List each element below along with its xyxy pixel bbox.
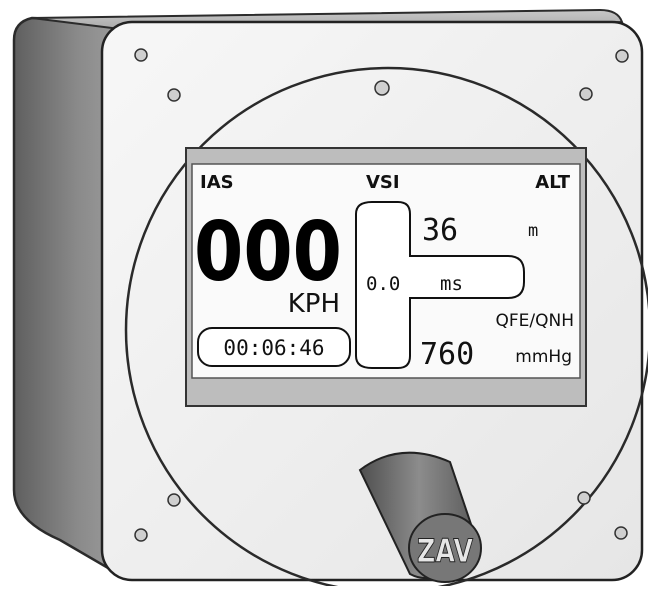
- screw-icon: [577, 491, 591, 505]
- alt-label: ALT: [535, 172, 570, 193]
- vsi-unit: ms: [440, 273, 463, 295]
- screw-icon: [615, 49, 629, 63]
- knob-logo: ZAV: [417, 532, 473, 570]
- screw-icon: [374, 80, 390, 96]
- screw-icon: [614, 526, 628, 540]
- screw-icon: [134, 528, 148, 542]
- screw-icon: [579, 87, 593, 101]
- airspeed-value: 000: [194, 205, 342, 300]
- screw-icon: [167, 493, 181, 507]
- ias-label: IAS: [200, 172, 234, 193]
- airspeed-unit: KPH: [288, 289, 340, 319]
- pressure-mode-label: QFE/QNH: [495, 311, 574, 331]
- pressure-unit: mmHg: [515, 347, 572, 367]
- timer-value: 00:06:46: [223, 336, 324, 360]
- flight-instrument-render: IAS VSI ALT 000 KPH 00:06:46 0.0 ms 36 m…: [0, 0, 648, 590]
- pressure-value: 760: [420, 337, 474, 372]
- instrument-svg: IAS VSI ALT 000 KPH 00:06:46 0.0 ms 36 m…: [12, 8, 648, 590]
- screw-icon: [167, 88, 181, 102]
- altitude-unit: m: [528, 221, 538, 241]
- altitude-value: 36: [422, 213, 458, 248]
- screw-icon: [134, 48, 148, 62]
- vsi-label: VSI: [366, 172, 400, 193]
- vsi-value: 0.0: [366, 273, 400, 295]
